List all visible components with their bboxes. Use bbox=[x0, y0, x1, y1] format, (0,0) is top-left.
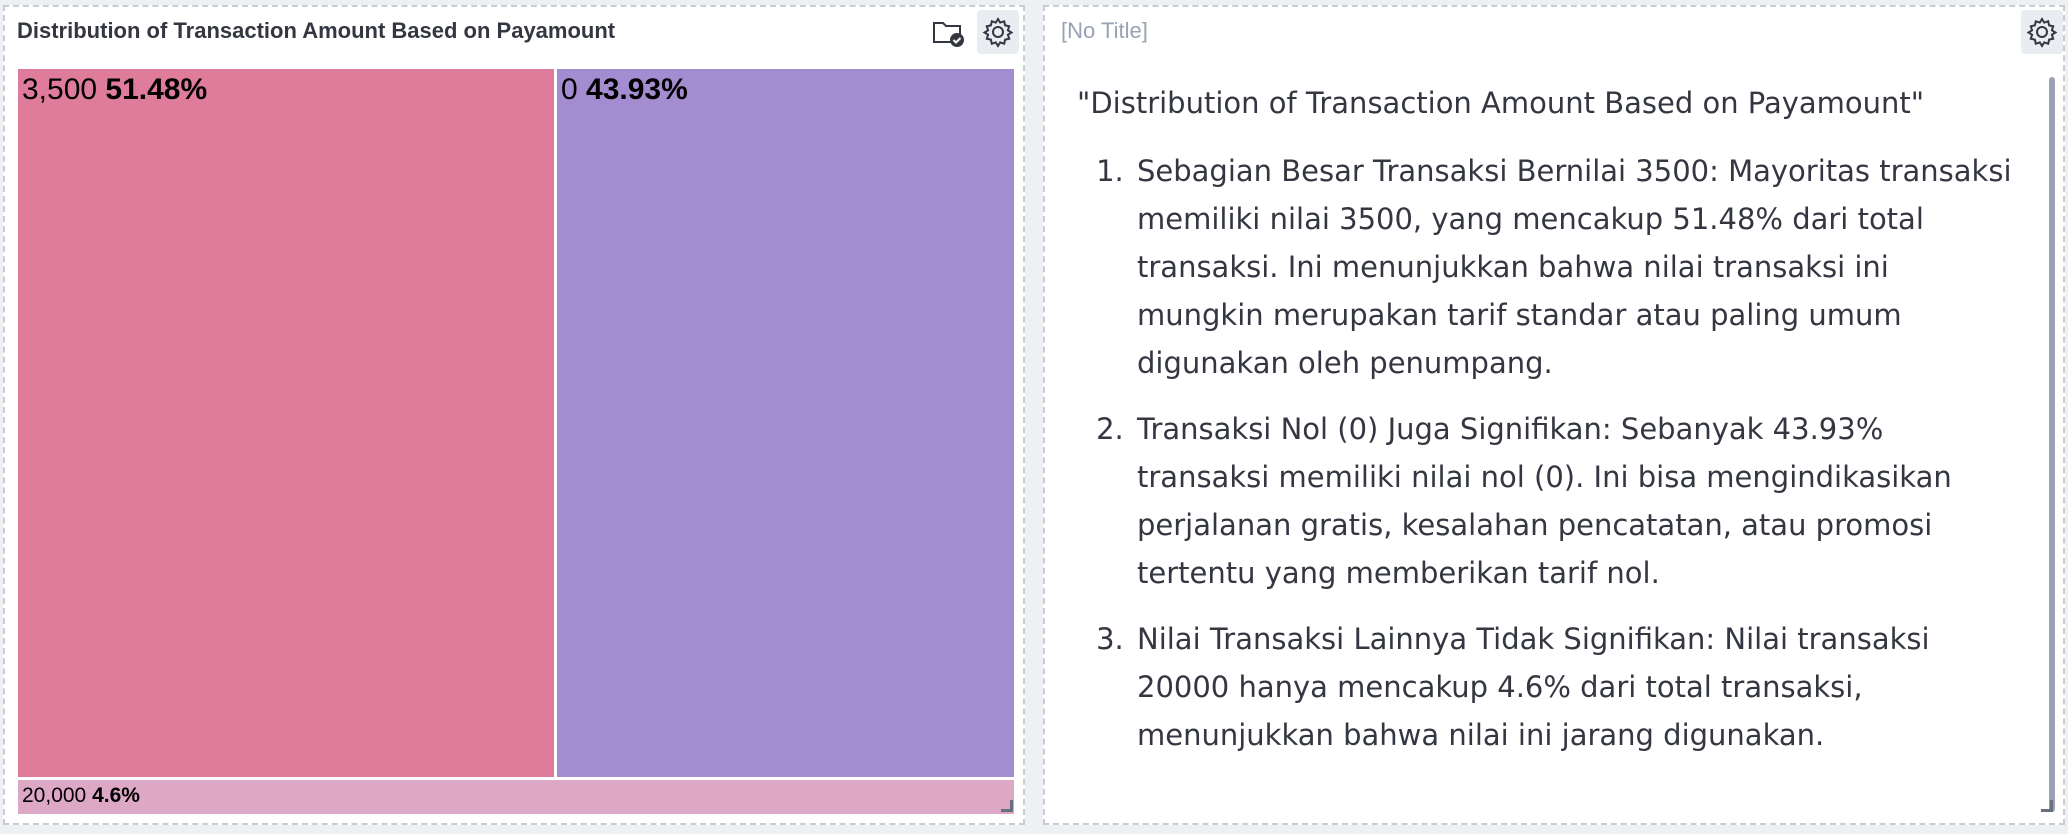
tile-value: 0 bbox=[561, 73, 578, 106]
tile-label: 20,000 4.6% bbox=[22, 784, 140, 808]
resize-handle[interactable] bbox=[2041, 800, 2053, 812]
panel-title: [No Title] bbox=[1061, 18, 1148, 43]
tile-label: 3,500 51.48% bbox=[22, 73, 207, 107]
treemap-tile[interactable]: 3,500 51.48% bbox=[18, 69, 554, 777]
tile-value: 20,000 bbox=[22, 784, 87, 807]
tile-percent: 4.6% bbox=[86, 784, 140, 807]
scrollbar[interactable] bbox=[2049, 77, 2055, 812]
gear-icon[interactable] bbox=[977, 10, 1019, 54]
treemap-tile[interactable]: 20,000 4.6% bbox=[18, 780, 1014, 814]
tile-label: 0 43.93% bbox=[561, 73, 688, 107]
list-item: Sebagian Besar Transaksi Bernilai 3500: … bbox=[1133, 147, 2017, 387]
content-heading: "Distribution of Transaction Amount Base… bbox=[1077, 86, 1925, 120]
treemap-chart: 3,500 51.48% 0 43.93% 20,000 4.6% bbox=[18, 69, 1014, 814]
tile-value: 3,500 bbox=[22, 73, 98, 106]
markdown-content: "Distribution of Transaction Amount Base… bbox=[1077, 79, 2017, 777]
list-item: Transaksi Nol (0) Juga Signifikan: Seban… bbox=[1133, 405, 2017, 597]
folder-check-icon[interactable] bbox=[927, 10, 969, 54]
panel-title: Distribution of Transaction Amount Based… bbox=[17, 18, 616, 43]
text-panel: [No Title] "Distribution of Transaction … bbox=[1043, 5, 2065, 825]
list-item: Nilai Transaksi Lainnya Tidak Signifikan… bbox=[1133, 615, 2017, 759]
insight-list: Sebagian Besar Transaksi Bernilai 3500: … bbox=[1077, 147, 2017, 759]
tile-percent: 43.93% bbox=[577, 73, 688, 106]
treemap-tile[interactable]: 0 43.93% bbox=[557, 69, 1014, 777]
resize-handle[interactable] bbox=[1001, 800, 1013, 812]
gear-icon[interactable] bbox=[2021, 10, 2063, 54]
treemap-panel: Distribution of Transaction Amount Based… bbox=[3, 5, 1025, 825]
tile-percent: 51.48% bbox=[97, 73, 208, 106]
